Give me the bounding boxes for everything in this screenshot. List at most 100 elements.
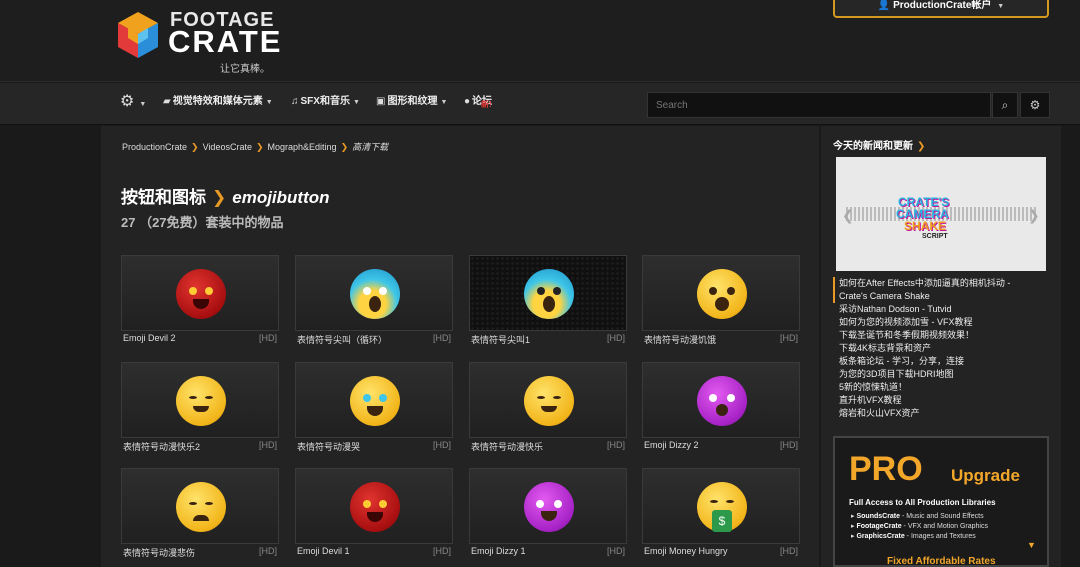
news-link[interactable]: 5新的惊悚轨道！ — [833, 381, 1061, 394]
asset-card[interactable]: Emoji Dizzy 1 [HD] — [469, 468, 627, 560]
feature-title-line: SCRIPT — [922, 233, 948, 240]
hd-badge: [HD] — [780, 546, 798, 556]
chevron-right-icon: ❯ — [191, 142, 199, 152]
asset-thumbnail[interactable]: $ — [642, 468, 800, 544]
pro-upgrade-banner[interactable]: PRO Upgrade Full Access to All Productio… — [833, 436, 1049, 567]
asset-caption[interactable]: Emoji Devil 2 — [123, 333, 176, 343]
asset-card[interactable]: 表情符号动漫快乐2 [HD] — [121, 362, 279, 454]
asset-caption[interactable]: Emoji Money Hungry — [644, 546, 728, 556]
top-header: FOOTAGE CRATE 让它真棒。 👤 ProductionCrate帐户 … — [0, 0, 1080, 82]
asset-card[interactable]: 表情符号尖叫（循环） [HD] — [295, 255, 453, 347]
asset-thumbnail[interactable] — [642, 255, 800, 331]
asset-thumbnail[interactable] — [121, 468, 279, 544]
promo-bullet-desc: - Music and Sound Effects — [901, 513, 984, 520]
nav-home-menu[interactable]: ⚙ ▼ — [120, 83, 146, 125]
news-link[interactable]: 下载4K标志背景和资产 — [833, 342, 1061, 355]
chevron-right-icon: ❯ — [340, 142, 349, 152]
breadcrumb-link[interactable]: VideosCrate — [203, 142, 252, 152]
promo-bullet: ▸ GraphicsCrate - Images and Textures — [851, 533, 976, 540]
news-sidebar: 今天的新闻和更新 ❯ ❮ ❯ CRATE'S CAMERA SHAKE SCRIP… — [821, 126, 1061, 567]
page-title: 按钮和图标 ❯ emojibutton — [121, 183, 330, 208]
asset-caption[interactable]: 表情符号动漫快乐 — [471, 440, 543, 453]
search-button[interactable]: ⌕ — [992, 92, 1018, 118]
category-title[interactable]: 按钮和图标 — [121, 188, 206, 207]
asset-thumbnail[interactable] — [642, 362, 800, 438]
chevron-right-icon: ❯ — [255, 142, 264, 152]
asset-caption[interactable]: Emoji Dizzy 1 — [471, 546, 526, 556]
breadcrumb-link[interactable]: Mograph&Editing — [268, 142, 337, 152]
scream-emoji-icon — [350, 269, 400, 319]
asset-thumbnail[interactable] — [121, 255, 279, 331]
asset-caption[interactable]: Emoji Dizzy 2 — [644, 440, 699, 450]
asset-card[interactable]: 表情符号动漫饥饿 [HD] — [642, 255, 800, 347]
news-link[interactable]: 熔岩和火山VFX资产 — [833, 407, 1061, 420]
logo-tagline: 让它真棒。 — [220, 64, 270, 75]
hd-badge: [HD] — [259, 440, 277, 450]
image-icon: ▣ — [376, 96, 386, 107]
hd-badge: [HD] — [780, 440, 798, 450]
scream-emoji-icon — [524, 269, 574, 319]
crying-emoji-icon — [350, 376, 400, 426]
asset-thumbnail[interactable] — [469, 468, 627, 544]
news-link[interactable]: 如何为您的视频添加雪 - VFX教程 — [833, 316, 1061, 329]
asset-card[interactable]: 表情符号动漫悲伤 [HD] — [121, 468, 279, 560]
news-link[interactable]: 如何在After Effects中添加逼真的相机抖动 - — [833, 277, 1061, 290]
asset-card[interactable]: 表情符号尖叫1 [HD] — [469, 255, 627, 347]
triangle-down-icon: ▼ — [1027, 540, 1036, 550]
chevron-down-icon: ▼ — [440, 99, 448, 106]
asset-card[interactable]: Emoji Devil 1 [HD] — [295, 468, 453, 560]
crate-menu-icon: ⚙ — [120, 93, 135, 110]
devil-emoji-icon — [350, 482, 400, 532]
news-link[interactable]: 直升机VFX教程 — [833, 394, 1061, 407]
chevron-right-icon[interactable]: ❯ — [1028, 207, 1040, 224]
nav-sfx-label: SFX和音乐 — [300, 96, 350, 107]
featured-news-image[interactable]: ❮ ❯ CRATE'S CAMERA SHAKE SCRIPT — [836, 157, 1046, 271]
asset-thumbnail[interactable] — [295, 468, 453, 544]
site-logo[interactable]: FOOTAGE CRATE 让它真棒。 — [112, 9, 282, 75]
asset-card[interactable]: 表情符号动漫哭 [HD] — [295, 362, 453, 454]
asset-thumbnail[interactable] — [121, 362, 279, 438]
asset-thumbnail[interactable] — [469, 362, 627, 438]
nav-forum-link[interactable]: ● 论坛 新! — [464, 83, 492, 125]
asset-caption[interactable]: 表情符号动漫饥饿 — [644, 333, 716, 346]
asset-card[interactable]: Emoji Devil 2 [HD] — [121, 255, 279, 347]
asset-thumbnail[interactable] — [295, 362, 453, 438]
news-link[interactable]: 采访Nathan Dodson - Tutvid — [833, 303, 1061, 316]
asset-card[interactable]: Emoji Dizzy 2 [HD] — [642, 362, 800, 454]
chevron-right-icon: ❯ — [917, 141, 926, 152]
asset-thumbnail[interactable] — [295, 255, 453, 331]
hungry-emoji-icon — [697, 269, 747, 319]
nav-vfx-menu[interactable]: ▰ 视觉特效和媒体元素 ▼ — [163, 83, 273, 125]
news-link[interactable]: 下载圣诞节和冬季假期视频效果！ — [833, 329, 1061, 342]
user-icon: 👤 — [877, 0, 891, 11]
account-dropdown-button[interactable]: 👤 ProductionCrate帐户 ▼ — [833, 0, 1049, 18]
news-heading[interactable]: 今天的新闻和更新 ❯ — [833, 137, 925, 152]
asset-caption[interactable]: Emoji Devil 1 — [297, 546, 350, 556]
news-link[interactable]: Crate's Camera Shake — [833, 290, 1061, 303]
hd-badge: [HD] — [433, 333, 451, 343]
news-link[interactable]: 为您的3D项目下载HDRI地图 — [833, 368, 1061, 381]
asset-caption[interactable]: 表情符号尖叫1 — [471, 333, 530, 346]
news-link[interactable]: 板条箱论坛 - 学习，分享，连接 — [833, 355, 1061, 368]
sad-emoji-icon — [176, 482, 226, 532]
breadcrumb: ProductionCrate ❯ VideosCrate ❯ Mograph&Edit… — [122, 140, 388, 153]
asset-card[interactable]: $ Emoji Money Hungry [HD] — [642, 468, 800, 560]
chevron-left-icon[interactable]: ❮ — [842, 207, 854, 224]
account-label: ProductionCrate帐户 — [893, 0, 992, 11]
asset-caption[interactable]: 表情符号尖叫（循环） — [297, 333, 387, 346]
asset-caption[interactable]: 表情符号动漫哭 — [297, 440, 360, 453]
settings-button[interactable]: ⚙ — [1020, 92, 1050, 118]
nav-graphics-menu[interactable]: ▣ 图形和纹理 ▼ — [376, 83, 447, 125]
asset-thumbnail[interactable] — [469, 255, 627, 331]
money-emoji-icon: $ — [697, 482, 747, 532]
hd-badge: [HD] — [607, 440, 625, 450]
promo-bullet-name: FootageCrate — [856, 523, 902, 530]
asset-card[interactable]: 表情符号动漫快乐 [HD] — [469, 362, 627, 454]
asset-caption[interactable]: 表情符号动漫快乐2 — [123, 440, 200, 453]
breadcrumb-link[interactable]: ProductionCrate — [122, 142, 187, 152]
promo-bullet-name: SoundsCrate — [856, 513, 901, 520]
search-input[interactable] — [647, 92, 991, 118]
chevron-down-icon: ▼ — [997, 3, 1005, 10]
asset-caption[interactable]: 表情符号动漫悲伤 — [123, 546, 195, 559]
nav-sfx-menu[interactable]: ♫ SFX和音乐 ▼ — [291, 83, 360, 125]
